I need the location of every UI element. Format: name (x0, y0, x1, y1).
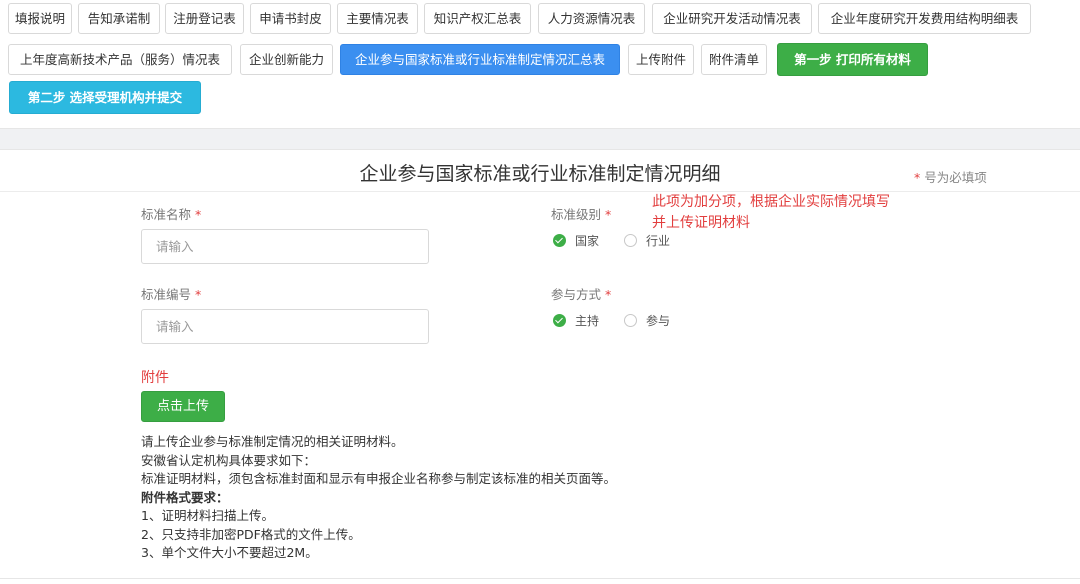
tab-standards-summary[interactable]: 企业参与国家标准或行业标准制定情况汇总表 (340, 44, 620, 75)
radio-checked-icon (553, 314, 566, 327)
standard-level-label-text: 标准级别 (551, 207, 602, 222)
tab-registration-form[interactable]: 注册登记表 (165, 3, 244, 34)
standard-name-input[interactable] (141, 229, 429, 264)
standard-name-label: 标准名称 * (141, 204, 201, 223)
standard-number-label: 标准编号 * (141, 284, 201, 303)
radio-level-industry[interactable]: 行业 (624, 232, 670, 249)
format-rule: 2、只支持非加密PDF格式的文件上传。 (141, 526, 361, 542)
annotation-line-1: 此项为加分项，根据企业实际情况填写 (652, 194, 890, 210)
format-requirements-title: 附件格式要求： (141, 489, 229, 505)
required-star: * (601, 287, 612, 302)
tab-hightech-products[interactable]: 上年度高新技术产品（服务）情况表 (8, 44, 232, 75)
required-fields-note: * 号为必填项 (914, 167, 987, 186)
tab-rd-expense-structure[interactable]: 企业年度研究开发费用结构明细表 (818, 3, 1031, 34)
attachment-label: 附件 (141, 370, 169, 386)
radio-unchecked-icon (624, 314, 637, 327)
upload-button[interactable]: 点击上传 (141, 391, 225, 422)
tab-ip-summary[interactable]: 知识产权汇总表 (424, 3, 531, 34)
help-line: 请上传企业参与标准制定情况的相关证明材料。 (141, 434, 404, 449)
participation-label: 参与方式 * (551, 284, 611, 303)
standard-level-label: 标准级别 * (551, 204, 611, 223)
tab-attachment-list[interactable]: 附件清单 (701, 44, 767, 75)
help-line: 标准证明材料，须包含标准封面和显示有申报企业名称参与制定该标准的相关页面等。 (141, 471, 617, 486)
help-line: 安徽省认定机构具体要求如下： (141, 452, 317, 468)
required-star: * (191, 287, 202, 302)
tab-upload-attachments[interactable]: 上传附件 (628, 44, 694, 75)
radio-participation-host-label: 主持 (575, 314, 600, 328)
format-rule: 1、证明材料扫描上传。 (141, 508, 274, 523)
attachment-help-text: 请上传企业参与标准制定情况的相关证明材料。 安徽省认定机构具体要求如下： 标准证… (141, 433, 616, 563)
radio-participation-host[interactable]: 主持 (553, 312, 599, 329)
tab-rd-activities[interactable]: 企业研究开发活动情况表 (652, 3, 812, 34)
tab-fill-instructions[interactable]: 填报说明 (8, 3, 72, 34)
required-note-text: 号为必填项 (920, 170, 987, 185)
radio-level-national-label: 国家 (575, 234, 600, 248)
radio-unchecked-icon (624, 234, 637, 247)
radio-level-national[interactable]: 国家 (553, 232, 599, 249)
standard-name-label-text: 标准名称 (141, 207, 192, 222)
participation-label-text: 参与方式 (551, 287, 602, 302)
section-separator (0, 128, 1080, 150)
standard-number-input[interactable] (141, 309, 429, 344)
tab-application-cover[interactable]: 申请书封皮 (250, 3, 331, 34)
select-agency-submit-button[interactable]: 第二步 选择受理机构并提交 (9, 81, 201, 114)
required-star: * (191, 207, 202, 222)
tab-main-situation[interactable]: 主要情况表 (337, 3, 418, 34)
radio-checked-icon (553, 234, 566, 247)
annotation-line-2: 并上传证明材料 (652, 215, 750, 231)
bonus-item-annotation: 此项为加分项，根据企业实际情况填写 并上传证明材料 (652, 192, 952, 234)
print-all-materials-button[interactable]: 第一步 打印所有材料 (777, 43, 928, 76)
required-star: * (601, 207, 612, 222)
radio-participation-participate[interactable]: 参与 (624, 312, 670, 329)
radio-participation-participate-label: 参与 (646, 314, 671, 328)
radio-level-industry-label: 行业 (646, 234, 671, 248)
bottom-divider (0, 578, 1080, 579)
format-rule: 3、单个文件大小不要超过2M。 (141, 545, 318, 560)
tab-innovation-capability[interactable]: 企业创新能力 (240, 44, 333, 75)
standard-number-label-text: 标准编号 (141, 287, 192, 302)
tab-human-resources[interactable]: 人力资源情况表 (538, 3, 645, 34)
tab-notification-commitment[interactable]: 告知承诺制 (78, 3, 160, 34)
